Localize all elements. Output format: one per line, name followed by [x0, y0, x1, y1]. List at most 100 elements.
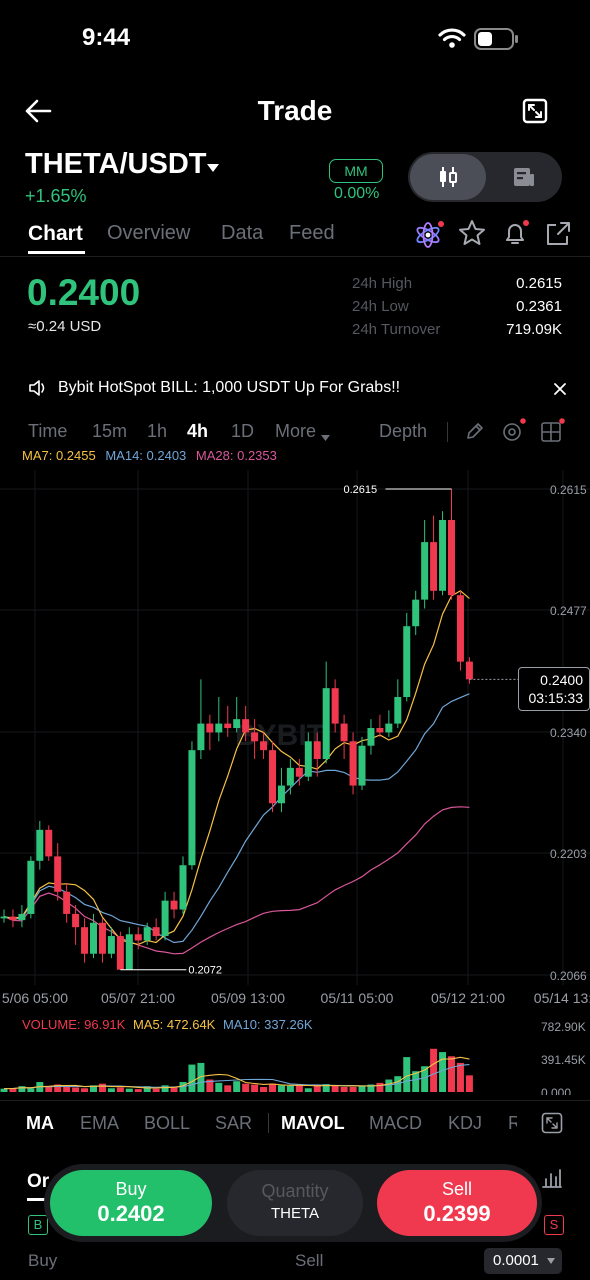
candle — [349, 732, 357, 795]
atom-icon[interactable] — [414, 220, 444, 253]
buy-price: 0.2402 — [97, 1201, 165, 1226]
pair-name[interactable]: THETA/USDT — [25, 148, 207, 181]
bell-icon[interactable] — [501, 218, 531, 253]
orderbook-filter-icon[interactable] — [540, 1166, 564, 1195]
indicator-boll[interactable]: BOLL — [144, 1113, 190, 1134]
volume-bar — [349, 1087, 357, 1092]
candle — [116, 931, 124, 970]
tab-overview[interactable]: Overview — [107, 222, 190, 245]
candle — [331, 679, 339, 733]
candle — [179, 856, 187, 914]
candle-body — [349, 741, 357, 786]
indicator-ma[interactable]: MA — [26, 1113, 54, 1134]
pair-dropdown-icon[interactable] — [206, 160, 220, 178]
pencil-icon[interactable] — [465, 421, 485, 446]
ma7-label: MA7: 0.2455 — [22, 448, 96, 463]
star-icon[interactable] — [458, 219, 486, 252]
candle-body — [116, 936, 124, 970]
sell-button[interactable]: Sell 0.2399 — [377, 1170, 537, 1236]
expand-indicator-icon[interactable] — [541, 1112, 563, 1139]
volume-bar — [170, 1087, 178, 1092]
depth-chart-icon[interactable] — [512, 165, 536, 189]
candle — [125, 927, 133, 970]
volume-bar — [376, 1082, 384, 1092]
indicator-kdj[interactable]: KDJ — [448, 1113, 482, 1134]
chart-mode-toggle[interactable] — [408, 152, 562, 202]
candle — [206, 714, 214, 751]
indicator-settings-icon[interactable] — [501, 417, 527, 448]
candle-body — [313, 741, 321, 759]
layout-grid-icon[interactable] — [540, 417, 566, 448]
fullscreen-icon[interactable] — [522, 98, 548, 129]
precision-select[interactable]: 0.0001 — [484, 1248, 562, 1274]
candle-body — [206, 723, 214, 733]
tab-feed[interactable]: Feed — [289, 222, 335, 245]
stat-value-turnover: 719.09K — [506, 321, 562, 338]
close-icon[interactable] — [553, 382, 567, 401]
price-chart[interactable]: BYBIT 0.26150.2072 0.26150.24770.23400.2… — [0, 465, 590, 1010]
candle-body — [367, 728, 375, 746]
timeframe-time[interactable]: Time — [28, 421, 67, 442]
indicator-mavol[interactable]: MAVOL — [281, 1113, 345, 1134]
mm-badge[interactable]: MM — [329, 159, 383, 183]
candle — [161, 891, 169, 941]
timeframe-4h[interactable]: 4h — [187, 421, 208, 442]
candle — [90, 913, 97, 959]
indicator-sar[interactable]: SAR — [215, 1113, 252, 1134]
candle — [394, 679, 402, 729]
candlestick-icon — [440, 167, 457, 187]
volume-bar — [465, 1075, 473, 1092]
volume-bar — [340, 1087, 348, 1092]
candle-body — [215, 723, 223, 733]
timeframe-1h[interactable]: 1h — [147, 421, 167, 442]
volume-chart: 782.90K 391.45K 0.000 — [0, 1020, 586, 1095]
volume-bar — [98, 1083, 106, 1092]
volume-bar — [125, 1088, 133, 1092]
timeframe-more[interactable]: More — [275, 421, 316, 442]
candle — [188, 741, 196, 870]
y-tick-label: 0.2066 — [550, 969, 587, 983]
candle-body — [304, 741, 312, 777]
candle — [412, 590, 420, 636]
candle — [45, 825, 53, 861]
candle-body — [465, 661, 473, 680]
countdown-value: 03:15:33 — [528, 690, 584, 706]
candle-body — [233, 719, 241, 729]
candle — [421, 519, 429, 609]
current-price-tag: 0.2400 03:15:33 — [518, 667, 590, 711]
x-tick-label: 05/14 13: — [534, 990, 590, 1006]
candle-body — [98, 922, 106, 954]
indicator-ema[interactable]: EMA — [80, 1113, 119, 1134]
candle-mode-button[interactable] — [410, 154, 486, 200]
candle-body — [269, 750, 276, 804]
buy-button[interactable]: Buy 0.2402 — [50, 1170, 212, 1236]
candle-body — [295, 767, 303, 777]
candle-body — [286, 767, 294, 786]
volume-bar — [81, 1088, 89, 1092]
tab-data[interactable]: Data — [221, 222, 263, 245]
candle-body — [72, 913, 80, 928]
announcement-text[interactable]: Bybit HotSpot BILL: 1,000 USDT Up For Gr… — [58, 379, 400, 397]
more-caret-icon[interactable] — [321, 428, 330, 446]
stat-value-high: 0.2615 — [516, 275, 562, 292]
candle-body — [63, 891, 71, 914]
timeframe-15m[interactable]: 15m — [92, 421, 127, 442]
depth-button[interactable]: Depth — [379, 421, 427, 442]
candle-body — [331, 688, 339, 724]
candle-body — [224, 723, 232, 729]
tab-chart[interactable]: Chart — [28, 222, 83, 246]
candle — [36, 820, 44, 870]
ma-legend: MA7: 0.2455 MA14: 0.2403 MA28: 0.2353 — [22, 448, 277, 463]
candle — [9, 909, 17, 928]
indicator-r[interactable]: R — [508, 1113, 517, 1134]
indicator-macd[interactable]: MACD — [369, 1113, 422, 1134]
ma7-line — [3, 590, 470, 946]
volume-bar — [331, 1085, 339, 1092]
candle-body — [340, 723, 348, 742]
share-icon[interactable] — [544, 220, 572, 253]
precision-caret-icon — [547, 1258, 555, 1264]
volume-bar — [152, 1088, 160, 1092]
timeframe-1d[interactable]: 1D — [231, 421, 254, 442]
quantity-field[interactable]: Quantity THETA — [227, 1170, 363, 1236]
volume-bar — [45, 1087, 53, 1092]
